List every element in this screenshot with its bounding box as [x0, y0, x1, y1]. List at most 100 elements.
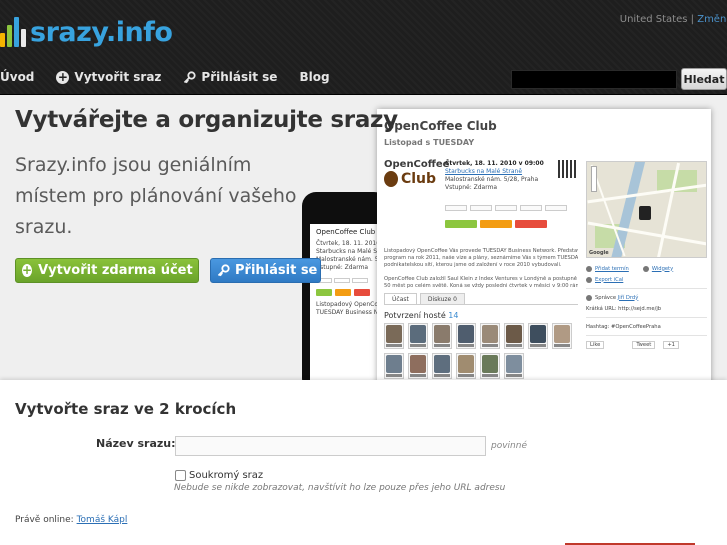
- guest-avatar: [456, 323, 476, 349]
- hero-title: Vytvářejte a organizujte srazy: [15, 107, 398, 133]
- private-event-hint: Nebude se nikde zobrazovat, navštívit ho…: [174, 483, 506, 493]
- hero-text-line: Srazy.info jsou geniálním: [15, 154, 252, 176]
- phone-desc-line: TUESDAY Business Network. Předsta: [316, 309, 388, 316]
- guest-avatar: [480, 353, 500, 379]
- coffee-bean-icon: [384, 171, 398, 187]
- phone-badges: [316, 289, 382, 296]
- opencoffee-logo-club: Club: [400, 171, 436, 187]
- guest-avatar: [504, 323, 524, 349]
- plus-circle-icon: +: [22, 263, 33, 277]
- guest-avatar: [528, 323, 548, 349]
- nav-item-label: Vytvořit sraz: [74, 70, 162, 84]
- guest-avatar: [408, 323, 428, 349]
- logo-bars-icon: [0, 17, 26, 47]
- logo-text: srazy.info: [30, 16, 173, 48]
- guest-avatar: [432, 323, 452, 349]
- locale-change-link[interactable]: Změnit: [697, 14, 727, 25]
- guest-avatar: [552, 323, 572, 349]
- preview-desc-line: podnikatelskou sítí, kterou jsme od zalo…: [384, 262, 562, 268]
- preview-export-ical: Export iCal: [595, 276, 624, 283]
- site-header: srazy.info United States | Změnit Úvod +…: [0, 0, 727, 95]
- nav-item-blog[interactable]: Blog: [299, 70, 329, 84]
- private-event-label[interactable]: Soukromý sraz: [189, 470, 263, 481]
- event-name-label: Název srazu:: [96, 437, 176, 450]
- site-logo[interactable]: srazy.info: [0, 12, 173, 52]
- search-input[interactable]: [511, 70, 677, 89]
- create-account-button[interactable]: + Vytvořit zdarma účet: [15, 258, 199, 283]
- preview-badges: [445, 220, 547, 228]
- hero-login-button[interactable]: Přihlásit se: [210, 258, 321, 283]
- preview-plus-button: +1: [663, 340, 679, 349]
- preview-sidebar: Přidat termín Widgety Export iCal Správc…: [586, 263, 707, 350]
- preview-add-event: Přidat termín: [595, 265, 629, 272]
- qr-code-icon: [558, 160, 576, 178]
- guest-avatar: [456, 353, 476, 379]
- preview-desc-line: 50 měst po celém světě. Koná se vždy pos…: [384, 283, 578, 289]
- phone-tags: [316, 278, 382, 283]
- guest-avatar: [384, 323, 404, 349]
- online-users: Právě online: Tomáš Kápl: [15, 515, 127, 525]
- plus-circle-icon: +: [56, 69, 70, 84]
- hero-text-line: místem pro plánování vašeho: [15, 185, 297, 207]
- hero-section: Vytvářejte a organizujte srazy Srazy.inf…: [0, 95, 727, 380]
- preview-guests-count: 14: [448, 311, 459, 320]
- calendar-icon: [586, 276, 592, 283]
- opencoffee-logo: OpenCoffee Club: [384, 159, 450, 187]
- event-name-input[interactable]: [175, 436, 486, 456]
- preview-desc-line: Listopadový OpenCoffee Vás provede TUESD…: [384, 248, 578, 254]
- preview-organizer-label: Správce: [595, 294, 617, 301]
- nav-item-label: Přihlásit se: [201, 70, 278, 84]
- create-account-label: Vytvořit zdarma účet: [38, 263, 193, 278]
- event-page-preview: OpenCoffee Club Listopad s TUESDAY OpenC…: [377, 109, 711, 380]
- phone-line: Vstupné: Zdarma: [316, 264, 369, 271]
- key-icon: [217, 264, 230, 277]
- online-user-link[interactable]: Tomáš Kápl: [77, 515, 128, 525]
- online-label: Právě online:: [15, 515, 74, 525]
- locale-separator: |: [690, 14, 695, 25]
- private-event-checkbox[interactable]: [175, 470, 186, 481]
- map-marker-icon: [639, 206, 651, 220]
- preview-price: Vstupné: Zdarma: [445, 184, 498, 191]
- opencoffee-logo-top: OpenCoffee: [384, 159, 450, 170]
- preview-venue: Starbucks na Malé Straně: [445, 168, 523, 175]
- phone-line: Čtvrtek, 18. 11. 2010 v 09:00: [316, 240, 388, 247]
- preview-guests-title: Potvrzení hosté: [384, 311, 446, 320]
- preview-like-button: Like: [586, 340, 605, 349]
- preview-event-details: Čtvrtek, 18. 11. 2010 v 09:00 Starbucks …: [445, 160, 570, 192]
- locale-current: United States: [619, 14, 688, 25]
- hero-text: Srazy.info jsou geniálním místem pro plá…: [15, 150, 315, 243]
- nav-item-label: Úvod: [0, 70, 35, 84]
- preview-map: Google: [586, 161, 707, 258]
- main-nav: Úvod + Vytvořit sraz Přihlásit se Blog: [0, 66, 352, 88]
- guest-avatar: [504, 353, 524, 379]
- opencoffee-logo-bottom: Club: [384, 171, 436, 187]
- nav-item-label: Blog: [299, 70, 330, 84]
- plus-icon: [586, 265, 592, 272]
- phone-desc-line: Listopadový OpenCoffee se prov: [316, 301, 388, 308]
- search-button[interactable]: Hledat: [681, 68, 727, 90]
- map-credit: Google: [589, 250, 609, 256]
- preview-avatar-grid: [384, 323, 580, 379]
- preview-address: Malostranské nám. 5/28, Praha: [445, 176, 539, 183]
- preview-description: Listopadový OpenCoffee Vás provede TUESD…: [384, 248, 578, 290]
- phone-line: Malostranské nám. 5/28, Praha: [316, 256, 388, 263]
- preview-tweet-button: Tweet: [632, 340, 656, 349]
- guest-avatar: [384, 353, 404, 379]
- nav-item-create-event[interactable]: + Vytvořit sraz: [56, 70, 161, 84]
- preview-tags: [445, 205, 567, 211]
- preview-organizer-name: Jiří Drdý: [617, 294, 639, 301]
- avatar: [586, 294, 592, 301]
- nav-item-login[interactable]: Přihlásit se: [183, 70, 277, 84]
- locale-switcher: United States | Změnit: [620, 14, 727, 25]
- preview-hashtag: Hashtag: #OpenCoffeePraha: [586, 323, 661, 330]
- create-event-panel: Vytvořte sraz ve 2 krocích Název srazu: …: [0, 380, 727, 545]
- preview-short-url: Krátká URL: http://sejd.me/jb: [586, 305, 662, 312]
- preview-subtitle: Listopad s TUESDAY: [384, 138, 475, 147]
- preview-desc-line: [384, 269, 578, 276]
- event-name-required-hint: povinné: [491, 441, 527, 451]
- phone-event-title: OpenCoffee Club: [316, 228, 376, 236]
- widget-icon: [642, 265, 649, 272]
- hero-text-line: srazu.: [15, 216, 73, 238]
- guest-avatar: [408, 353, 428, 379]
- nav-item-home[interactable]: Úvod: [0, 70, 34, 84]
